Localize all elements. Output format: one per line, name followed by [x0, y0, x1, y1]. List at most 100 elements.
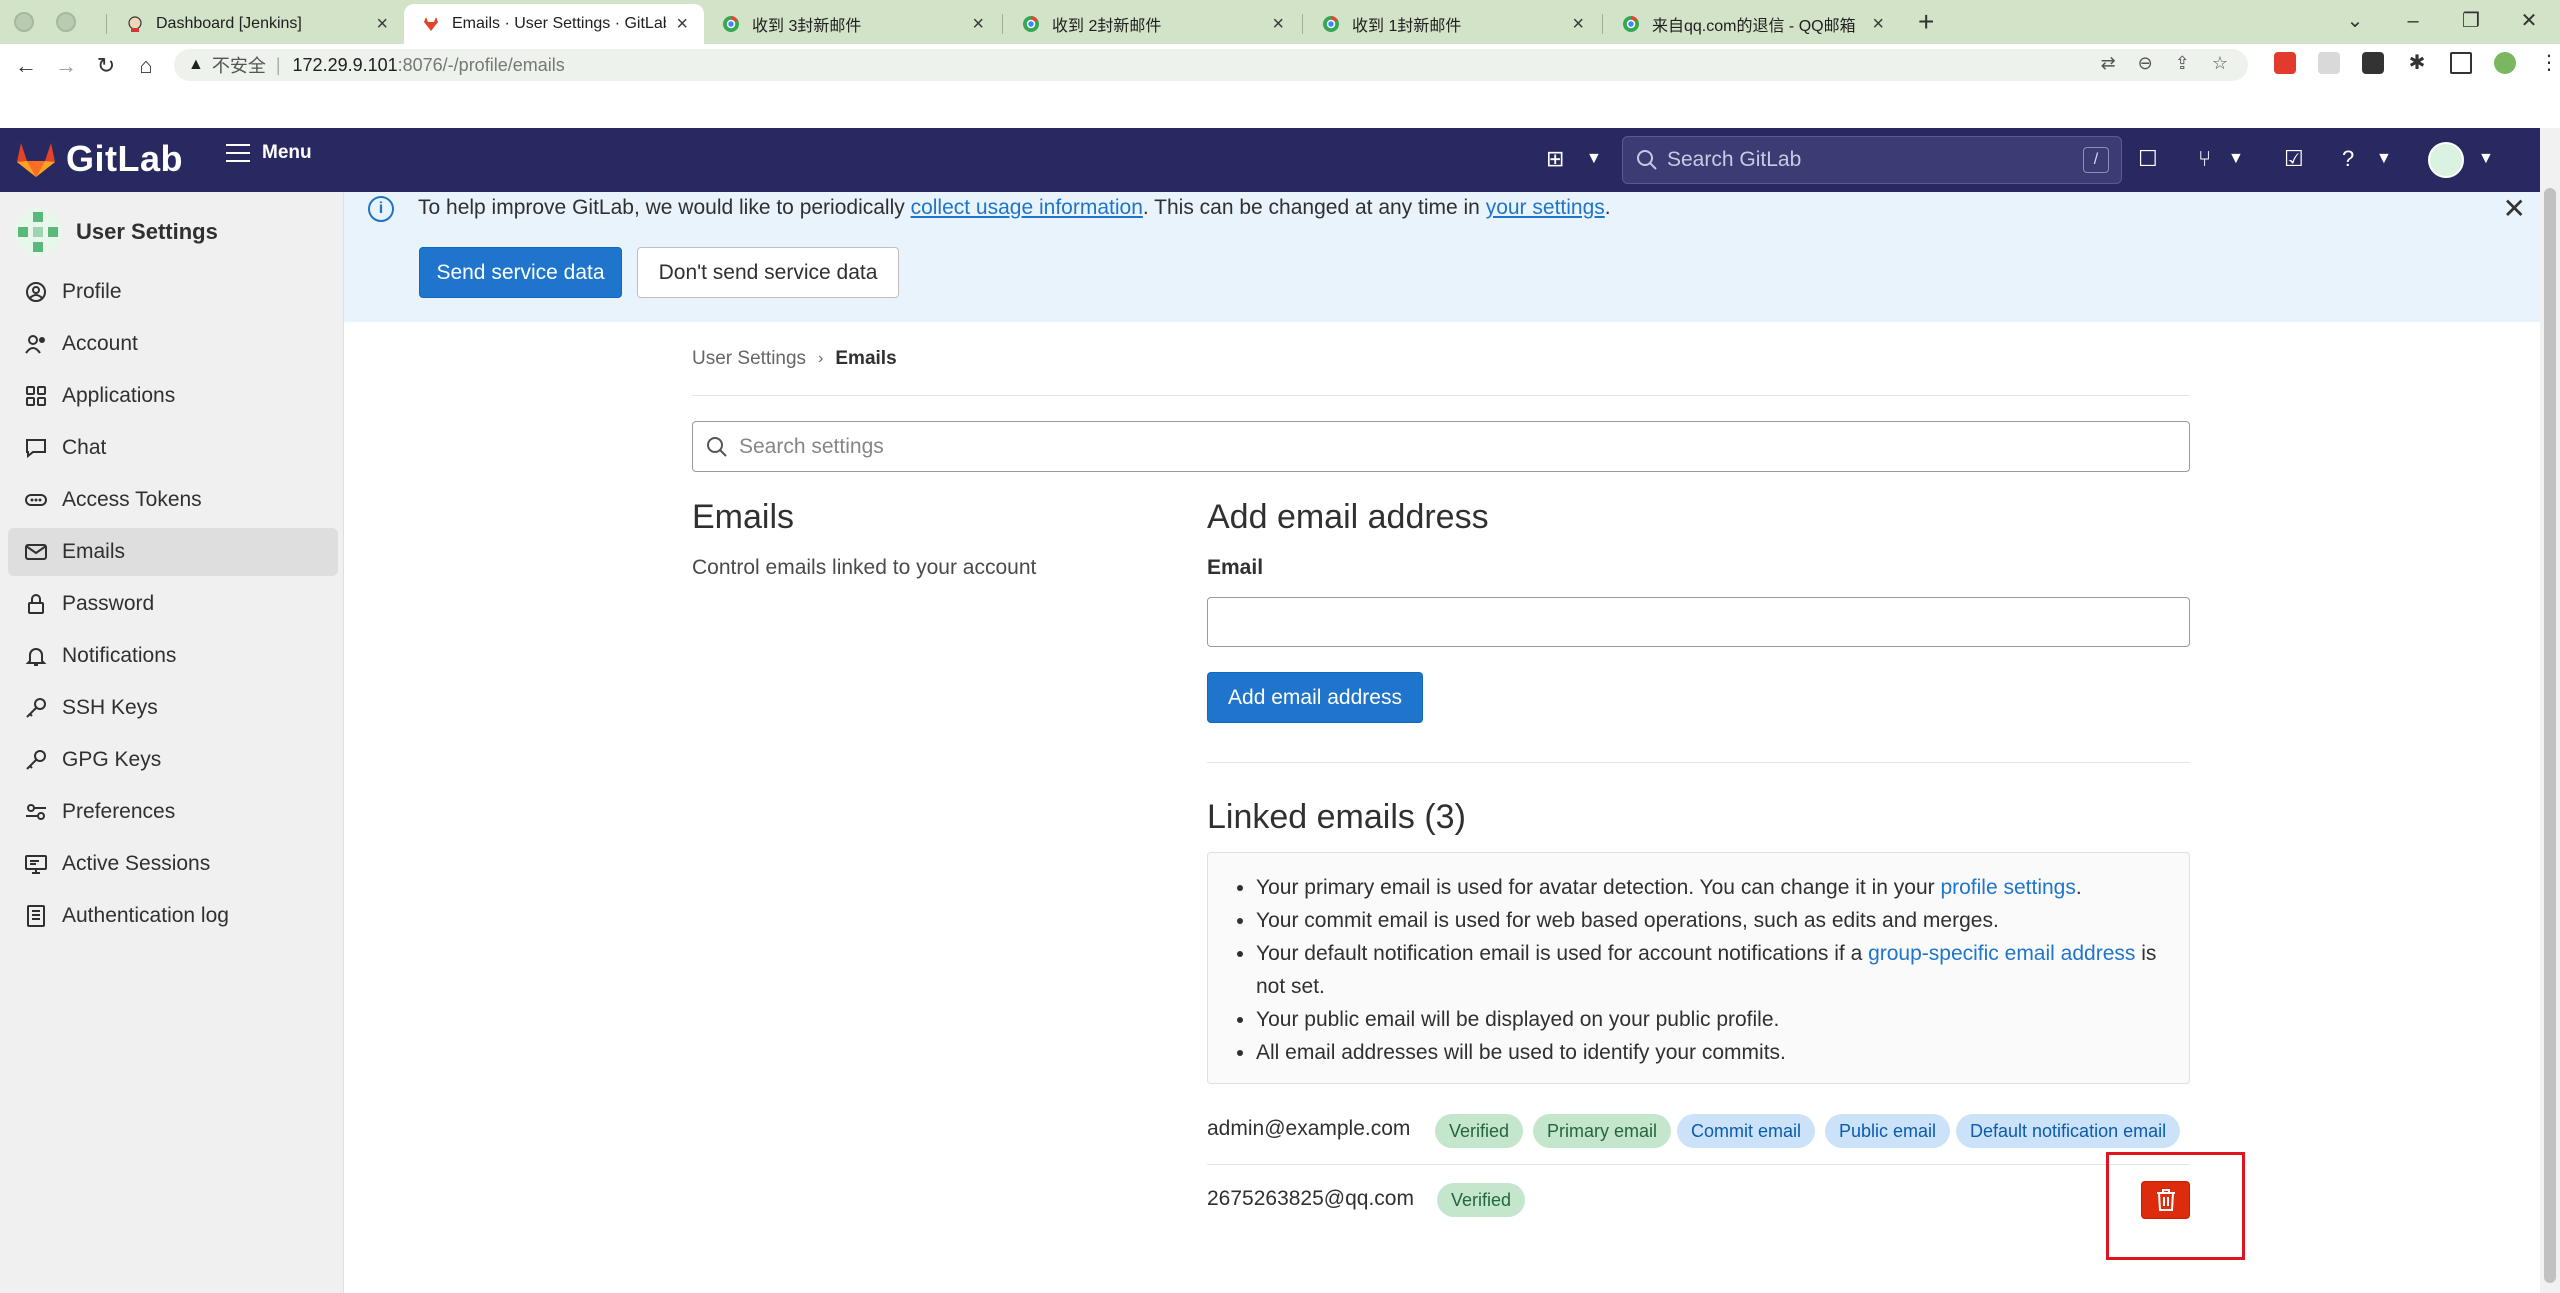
sidebar-item-applications[interactable]: Applications [8, 372, 338, 420]
sidebar-item-label: Emails [62, 540, 126, 563]
close-tab-icon[interactable]: × [1272, 13, 1284, 36]
account-icon [24, 332, 48, 356]
side-panel-icon[interactable] [2450, 52, 2472, 74]
browser-tab-mail-3[interactable]: 收到 3封新邮件 × [704, 4, 1000, 44]
close-tab-icon[interactable]: × [1872, 13, 1884, 36]
sidebar-item-active-sessions[interactable]: Active Sessions [8, 840, 338, 888]
merge-requests-icon[interactable]: ⑂ [2198, 146, 2211, 172]
email-field-label: Email [1207, 556, 1264, 579]
info-list-item: Your commit email is used for web based … [1256, 904, 2169, 937]
sidebar-item-gpg-keys[interactable]: GPG Keys [8, 736, 338, 784]
browser-tab-jenkins[interactable]: Dashboard [Jenkins] × [108, 4, 404, 44]
profile-avatar-icon[interactable] [2494, 52, 2516, 74]
tab-search-chevron-icon[interactable]: ⌄ [2326, 4, 2384, 38]
mail-icon [24, 540, 48, 564]
browser-menu-icon[interactable]: ⋮ [2538, 52, 2560, 74]
email-field[interactable] [1207, 597, 2190, 647]
gitlab-home-link[interactable]: GitLab [16, 138, 183, 180]
forward-icon[interactable]: → [52, 52, 80, 80]
extensions-puzzle-icon[interactable]: ✱ [2406, 52, 2428, 74]
preferences-icon [24, 800, 48, 824]
extension-red-icon[interactable] [2274, 52, 2296, 74]
global-search-input[interactable]: Search GitLab / [1622, 136, 2122, 184]
close-tab-icon[interactable]: × [376, 13, 388, 36]
sidebar-item-access-tokens[interactable]: Access Tokens [8, 476, 338, 524]
reload-icon[interactable]: ↻ [92, 52, 120, 80]
chrome-favicon-icon [723, 16, 739, 32]
page-scrollbar[interactable] [2540, 128, 2560, 1293]
chevron-down-icon[interactable]: ▼ [2478, 150, 2494, 168]
sidebar-item-authentication-log[interactable]: Authentication log [8, 892, 338, 940]
home-icon[interactable]: ⌂ [132, 52, 160, 80]
lock-icon [24, 592, 48, 616]
bookmark-star-icon[interactable]: ☆ [2212, 53, 2228, 74]
sidebar-header[interactable]: User Settings [14, 208, 218, 256]
linked-emails-title: Linked emails (3) [1207, 798, 1466, 836]
info-list-item: Your default notification email is used … [1256, 937, 2169, 1003]
minimize-icon[interactable]: – [2384, 4, 2442, 38]
url-bar[interactable]: ▲ 不安全 | 172.29.9.101 :8076/-/profile/ema… [174, 49, 2248, 81]
chevron-down-icon[interactable]: ▼ [1586, 150, 1602, 168]
share-icon[interactable]: ⇪ [2175, 53, 2190, 74]
back-icon[interactable]: ← [12, 52, 40, 80]
tab-history-icon[interactable] [56, 12, 76, 32]
your-settings-link[interactable]: your settings [1486, 196, 1605, 219]
scrollbar-thumb[interactable] [2544, 188, 2556, 1283]
todos-icon[interactable]: ☑ [2284, 146, 2304, 172]
extension-gray-icon[interactable] [2318, 52, 2340, 74]
settings-search-input[interactable]: Search settings [692, 421, 2190, 472]
sidebar-item-account[interactable]: Account [8, 320, 338, 368]
add-email-address-button[interactable]: Add email address [1207, 672, 1423, 723]
close-tab-icon[interactable]: × [676, 13, 688, 36]
main-menu-button[interactable]: Menu [226, 142, 312, 164]
browser-tab-mail-1[interactable]: 收到 1封新邮件 × [1304, 4, 1600, 44]
jenkins-favicon-icon [128, 16, 142, 32]
extension-dark-icon[interactable] [2362, 52, 2384, 74]
sidebar-item-label: Password [62, 592, 155, 615]
public-email-badge: Public email [1825, 1114, 1951, 1148]
close-window-icon[interactable]: ✕ [2500, 4, 2558, 38]
close-tab-icon[interactable]: × [972, 13, 984, 36]
settings-search-placeholder: Search settings [739, 434, 884, 458]
window-dots [14, 12, 76, 32]
collect-usage-link[interactable]: collect usage information [911, 196, 1143, 219]
sidebar-item-ssh-keys[interactable]: SSH Keys [8, 684, 338, 732]
translate-icon[interactable]: ⇄ [2101, 53, 2116, 74]
restore-icon[interactable]: ❐ [2442, 4, 2500, 38]
monitor-icon [24, 852, 48, 876]
profile-settings-link[interactable]: profile settings [1940, 876, 2075, 899]
dont-send-service-data-button[interactable]: Don't send service data [637, 247, 899, 298]
annotation-highlight-box [2106, 1152, 2245, 1260]
sidebar-item-chat[interactable]: Chat [8, 424, 338, 472]
close-icon[interactable]: ✕ [2503, 192, 2526, 225]
group-specific-email-link[interactable]: group-specific email address [1868, 942, 2135, 965]
sidebar-item-preferences[interactable]: Preferences [8, 788, 338, 836]
browser-tab-mail-2[interactable]: 收到 2封新邮件 × [1004, 4, 1300, 44]
chevron-down-icon[interactable]: ▼ [2376, 150, 2392, 168]
divider [1207, 1164, 2190, 1165]
breadcrumb-parent[interactable]: User Settings [692, 348, 806, 370]
sidebar-item-emails[interactable]: Emails [8, 528, 338, 576]
zoom-icon[interactable]: ⊖ [2138, 53, 2153, 74]
key-icon [24, 696, 48, 720]
sidebar-item-password[interactable]: Password [8, 580, 338, 628]
sidebar-item-profile[interactable]: Profile [8, 268, 338, 316]
help-icon[interactable]: ? [2342, 146, 2354, 172]
close-tab-icon[interactable]: × [1572, 13, 1584, 36]
browser-tab-gitlab[interactable]: Emails · User Settings · GitLab × [404, 4, 704, 44]
gitlab-favicon-icon [424, 17, 438, 31]
sidebar-item-notifications[interactable]: Notifications [8, 632, 338, 680]
new-item-icon[interactable]: ⊞ [1546, 146, 1564, 172]
new-tab-icon[interactable]: + [1918, 6, 1934, 38]
tab-history-icon[interactable] [14, 12, 34, 32]
chrome-favicon-icon [1323, 16, 1339, 32]
breadcrumb-current[interactable]: Emails [835, 348, 896, 370]
issues-icon[interactable]: ☐ [2138, 146, 2158, 172]
gitlab-top-bar: GitLab Menu ⊞ ▼ Search GitLab / ☐ ⑂ ▼ ☑ … [0, 128, 2540, 192]
browser-tab-qqmail[interactable]: 来自qq.com的退信 - QQ邮箱 × [1604, 4, 1900, 44]
extension-icons: ✱ ⋮ [2274, 52, 2560, 74]
send-service-data-button[interactable]: Send service data [419, 247, 622, 298]
user-avatar[interactable] [2428, 142, 2464, 178]
warning-icon[interactable]: ▲ [188, 56, 204, 74]
chevron-down-icon[interactable]: ▼ [2228, 150, 2244, 168]
